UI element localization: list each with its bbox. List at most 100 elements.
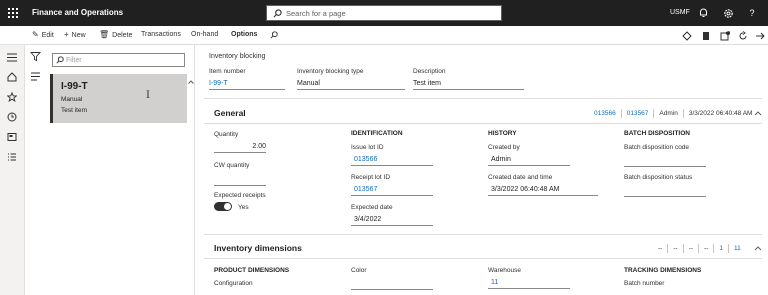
warehouse-field[interactable]: 11 bbox=[488, 279, 570, 289]
filter-input[interactable]: Filter bbox=[52, 53, 185, 67]
expected-date-label: Expected date bbox=[351, 204, 393, 211]
quantity-label: Quantity bbox=[214, 131, 239, 138]
created-dt-field[interactable]: 3/3/2022 06:40:48 AM bbox=[488, 186, 598, 196]
app-launcher-icon[interactable] bbox=[0, 0, 26, 26]
action-search-icon[interactable] bbox=[270, 31, 278, 39]
summary-dim: -- bbox=[658, 245, 663, 253]
divider bbox=[204, 98, 762, 99]
created-dt-label: Created date and time bbox=[488, 174, 553, 181]
created-by-field[interactable]: Admin bbox=[488, 156, 570, 166]
batch-code-field[interactable] bbox=[624, 156, 706, 167]
summary-dim: -- bbox=[704, 245, 709, 253]
expand-icon[interactable] bbox=[754, 30, 766, 42]
cw-quantity-field[interactable] bbox=[214, 175, 266, 186]
color-label: Color bbox=[351, 267, 367, 274]
text-cursor-icon: I bbox=[146, 90, 150, 101]
blocking-type-label: Inventory blocking type bbox=[297, 68, 364, 75]
batch-disposition-header: BATCH DISPOSITION bbox=[624, 130, 690, 137]
created-by-label: Created by bbox=[488, 144, 520, 151]
summary-warehouse: 11 bbox=[734, 245, 741, 253]
cw-quantity-label: CW quantity bbox=[214, 162, 250, 169]
warehouse-label: Warehouse bbox=[488, 267, 521, 274]
batch-status-field[interactable] bbox=[624, 186, 706, 197]
company-picker[interactable]: USMF bbox=[670, 9, 690, 16]
search-icon bbox=[273, 8, 282, 17]
expected-date-field[interactable]: 3/4/2022 bbox=[351, 216, 433, 226]
workspaces-icon[interactable] bbox=[6, 131, 18, 143]
summary-site: 1 bbox=[719, 245, 723, 253]
expected-receipts-value: Yes bbox=[238, 204, 249, 211]
filter-search-icon bbox=[56, 56, 64, 64]
notifications-icon[interactable]: 3 bbox=[719, 28, 731, 42]
search-box[interactable]: Search for a page bbox=[266, 5, 502, 21]
blocking-type-field[interactable]: Manual bbox=[297, 80, 405, 90]
plus-icon: + bbox=[64, 30, 69, 39]
expected-receipts-toggle[interactable] bbox=[214, 202, 232, 211]
diamond-icon[interactable] bbox=[681, 30, 693, 42]
receipt-lot-label: Receipt lot ID bbox=[351, 174, 391, 181]
list-item-id: I-99-T bbox=[61, 81, 88, 92]
divider bbox=[204, 123, 762, 124]
summary-dim: -- bbox=[688, 245, 694, 253]
action-pane: ✎ Edit + New 🗑 Delete Transactions On-ha… bbox=[0, 26, 768, 45]
summary-issue-lot: 013566 bbox=[594, 110, 616, 118]
filter-icon[interactable] bbox=[30, 51, 42, 63]
list-pane: Filter I-99-T Manual Test item I bbox=[25, 45, 195, 295]
pencil-icon: ✎ bbox=[32, 30, 39, 39]
item-number-label: Item number bbox=[209, 68, 246, 75]
identification-header: IDENTIFICATION bbox=[351, 130, 403, 137]
summary-dim: -- bbox=[673, 245, 678, 253]
general-summary: 013566 013567 Admin 3/3/2022 06:40:48 AM bbox=[594, 109, 752, 118]
search-placeholder: Search for a page bbox=[286, 8, 346, 18]
details-pane: Inventory blocking Item number I-99-T In… bbox=[196, 45, 768, 295]
refresh-icon[interactable] bbox=[737, 30, 749, 42]
divider bbox=[204, 234, 762, 235]
tab-transactions[interactable]: Transactions bbox=[141, 31, 181, 38]
office-icon[interactable] bbox=[700, 30, 712, 42]
color-field[interactable] bbox=[351, 279, 433, 290]
app-title[interactable]: Finance and Operations bbox=[32, 8, 123, 17]
new-label: New bbox=[71, 31, 86, 39]
home-icon[interactable] bbox=[6, 71, 18, 83]
history-header: HISTORY bbox=[488, 130, 517, 137]
list-view-icon[interactable] bbox=[30, 72, 42, 84]
summary-created-dt: 3/3/2022 06:40:48 AM bbox=[688, 110, 753, 118]
gear-icon[interactable] bbox=[722, 7, 734, 19]
description-field[interactable]: Test item bbox=[413, 80, 524, 90]
modules-icon[interactable] bbox=[6, 151, 18, 163]
list-item-type: Manual bbox=[61, 96, 83, 103]
filter-placeholder: Filter bbox=[66, 56, 82, 64]
header-section-title: Inventory blocking bbox=[209, 53, 266, 60]
list-item[interactable]: I-99-T Manual Test item I bbox=[50, 74, 187, 123]
list-item-description: Test item bbox=[61, 107, 88, 114]
description-label: Description bbox=[413, 68, 446, 75]
tab-on-hand[interactable]: On-hand bbox=[191, 31, 218, 38]
bell-icon[interactable] bbox=[697, 7, 709, 19]
receipt-lot-field[interactable]: 013567 bbox=[351, 186, 433, 196]
edit-button[interactable]: ✎ Edit bbox=[32, 31, 54, 39]
dimensions-fasttab-title[interactable]: Inventory dimensions bbox=[214, 243, 302, 253]
item-number-field[interactable]: I-99-T bbox=[209, 80, 285, 90]
trash-icon: 🗑 bbox=[99, 30, 110, 39]
general-fasttab-title[interactable]: General bbox=[214, 108, 246, 118]
quantity-field[interactable]: 2.00 bbox=[214, 143, 266, 153]
notification-count: 3 bbox=[726, 28, 729, 34]
summary-created-by: Admin bbox=[659, 110, 678, 118]
delete-button[interactable]: 🗑 Delete bbox=[99, 31, 132, 39]
top-bar: Finance and Operations Search for a page… bbox=[0, 0, 768, 26]
scroll-up-icon[interactable] bbox=[187, 74, 195, 123]
issue-lot-label: Issue lot ID bbox=[351, 144, 384, 151]
new-button[interactable]: + New bbox=[64, 31, 86, 39]
hamburger-icon[interactable] bbox=[6, 51, 18, 63]
star-icon[interactable] bbox=[6, 91, 18, 103]
navigation-bar bbox=[0, 45, 25, 295]
clock-icon[interactable] bbox=[6, 111, 18, 123]
tab-options[interactable]: Options bbox=[231, 31, 257, 38]
batch-code-label: Batch disposition code bbox=[624, 144, 690, 151]
collapse-general-icon[interactable] bbox=[754, 109, 762, 117]
tracking-dimensions-header: TRACKING DIMENSIONS bbox=[624, 267, 702, 274]
help-icon[interactable]: ? bbox=[746, 7, 758, 19]
collapse-dimensions-icon[interactable] bbox=[754, 244, 762, 252]
issue-lot-field[interactable]: 013566 bbox=[351, 156, 433, 166]
dimensions-summary: -- -- -- -- 1 11 bbox=[658, 244, 741, 253]
